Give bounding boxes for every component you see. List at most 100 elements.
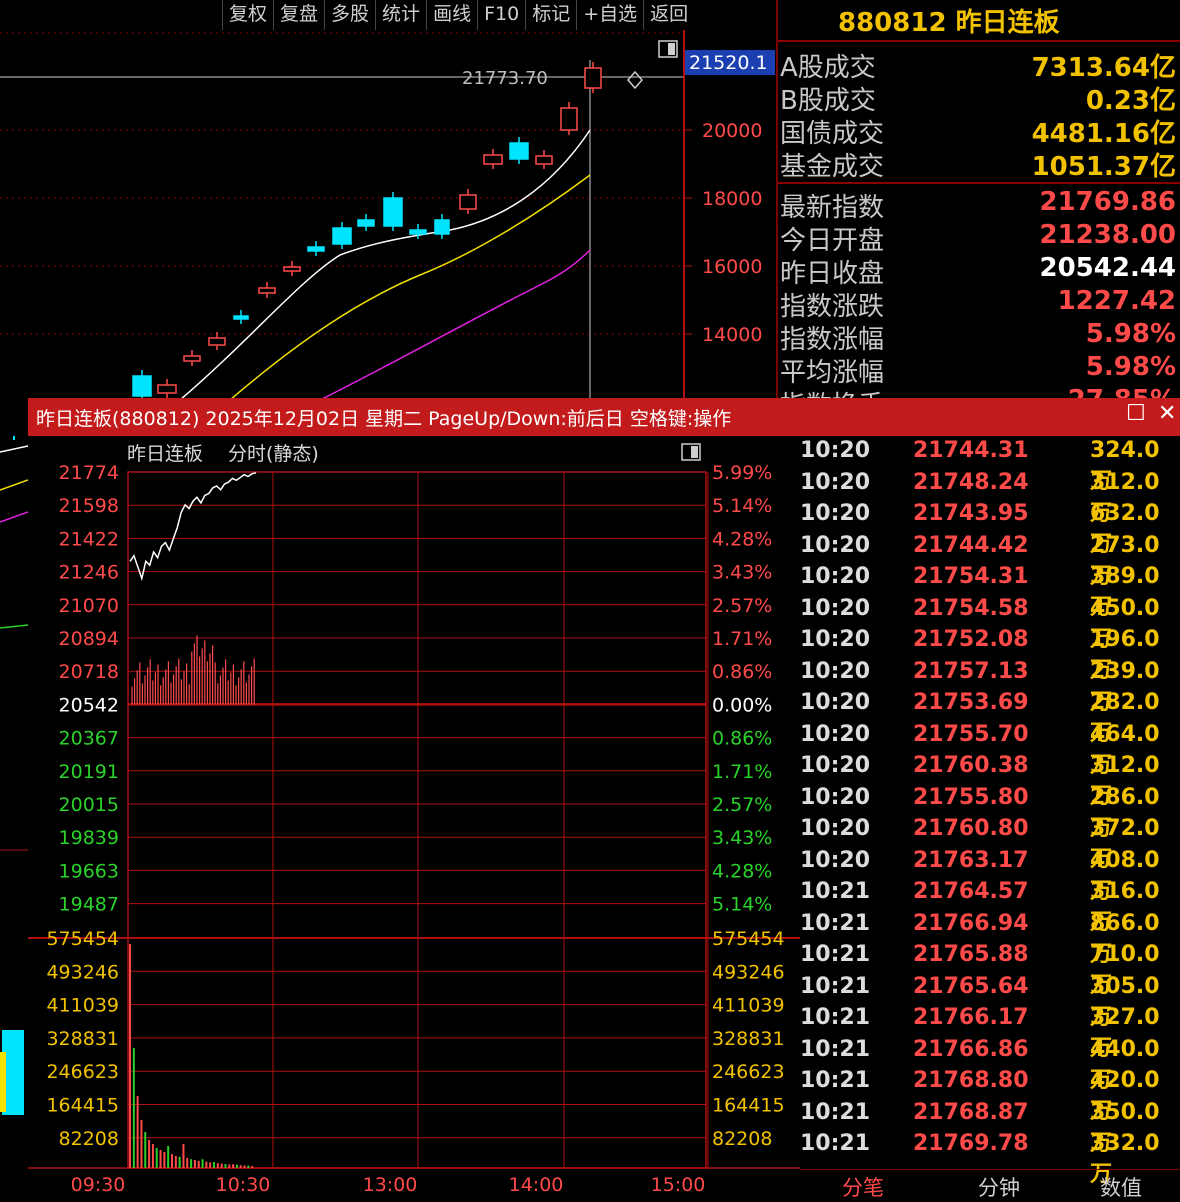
info-value: 7313.64亿 [1031, 53, 1176, 83]
pct-axis-label: 3.43% [712, 827, 772, 849]
toolbar-button[interactable]: F10 [477, 0, 525, 30]
chart-panel-icon[interactable] [681, 443, 701, 461]
intraday-chart[interactable]: 昨日连板 分时(静态) 21774 5.99% 21598 5.14% 21422 4.2… [28, 436, 800, 1199]
pct-axis-label: 5.14% [712, 495, 772, 517]
candle [307, 246, 325, 252]
price-axis-label: 19487 [59, 894, 119, 916]
tick-price: 21763.17 [913, 847, 1029, 873]
candle [434, 219, 450, 235]
tick-time: 10:20 [800, 469, 871, 495]
maximize-icon[interactable]: ☐ [1126, 401, 1146, 426]
toolbar-button[interactable]: +自选 [576, 0, 643, 30]
info-label: 今日开盘 [780, 226, 885, 256]
diamond-icon[interactable] [627, 70, 643, 90]
tick-time: 10:20 [800, 627, 871, 652]
info-value: 20542.44 [1039, 253, 1176, 283]
index-info-panel: 880812 昨日连板 A股成交 7313.64亿 B股成交 0.23亿 国债成交 448… [776, 0, 1180, 421]
info-row: 指数涨跌 1227.42 [780, 286, 1178, 322]
pct-axis-label: 2.57% [712, 794, 772, 816]
toolbar-button[interactable]: 返回 [643, 0, 694, 30]
tick-row[interactable]: 10:21 21766.86 440.0万 [800, 1037, 1180, 1093]
tick-row[interactable]: 10:21 21766.17 327.0万 [800, 1005, 1180, 1061]
info-row: 最新指数 21769.86 [780, 187, 1178, 223]
volume-axis-label: 246623 [46, 1061, 119, 1083]
info-row: 平均涨幅 5.98% [780, 352, 1178, 388]
intraday-popup-window[interactable]: 昨日连板(880812) 2025年12月02日 星期二 PageUp/Down… [28, 398, 1180, 1202]
candle [357, 219, 375, 227]
tick-row[interactable]: 10:21 21765.64 305.0万 [800, 974, 1180, 1030]
kline-price-tick: 16000 [702, 256, 762, 278]
time-axis-label: 09:30 [71, 1174, 126, 1196]
tick-row[interactable]: 10:20 21760.80 372.0万 [800, 816, 1180, 872]
volume-axis-label: 164415 [46, 1095, 119, 1117]
volume-axis-label-right: 493246 [712, 961, 785, 983]
tick-row[interactable]: 10:20 21743.95 632.0万 [800, 501, 1180, 557]
tick-time: 10:21 [800, 1131, 871, 1156]
tick-price: 21754.58 [913, 595, 1029, 621]
candle [183, 355, 201, 362]
tick-row[interactable]: 10:20 21755.80 286.0万 [800, 785, 1180, 841]
tab-minutes[interactable]: 分钟 [978, 1172, 1020, 1202]
close-icon[interactable]: ✕ [1158, 401, 1176, 426]
info-label: 国债成交 [780, 119, 885, 149]
volume-axis-label: 82208 [59, 1128, 119, 1150]
price-axis-label: 20015 [59, 794, 119, 816]
tick-row[interactable]: 10:21 21766.94 866.0万 [800, 910, 1180, 967]
info-label: 基金成交 [780, 152, 885, 182]
tick-time: 10:20 [800, 753, 871, 778]
tick-row[interactable]: 10:20 21744.31 324.0万 [800, 438, 1180, 494]
tick-row[interactable]: 10:21 21768.87 350.0万 [800, 1100, 1180, 1156]
tab-values[interactable]: 数值 [1100, 1172, 1142, 1202]
tick-price: 21764.57 [913, 879, 1029, 904]
price-axis-label: 21774 [59, 462, 119, 484]
tick-row[interactable]: 10:21 21764.57 316.0万 [800, 879, 1180, 935]
tick-row[interactable]: 10:20 21763.17 408.0万 [800, 847, 1180, 904]
tick-row[interactable]: 10:20 21748.24 312.0万 [800, 469, 1180, 526]
tick-row[interactable]: 10:20 21755.70 464.0万 [800, 722, 1180, 778]
tick-time: 10:20 [800, 847, 871, 873]
tick-row[interactable]: 10:20 21754.58 450.0万 [800, 595, 1180, 652]
kline-price-tick: 14000 [702, 324, 762, 346]
tick-list[interactable]: 10:20 21744.31 324.0万 10:20 21748.24 312.0万 10… [800, 436, 1180, 1187]
tab-ticks[interactable]: 分笔 [842, 1172, 884, 1202]
toolbar-button[interactable]: 多股 [324, 0, 375, 30]
volume-axis-label-right: 411039 [712, 995, 785, 1017]
volume-axis-label: 411039 [46, 995, 119, 1017]
tick-time: 10:20 [800, 816, 871, 841]
pct-axis-label: 0.00% [712, 694, 772, 716]
tick-row[interactable]: 10:20 21753.69 282.0万 [800, 690, 1180, 746]
info-row: A股成交 7313.64亿 [780, 47, 1178, 83]
info-value: 0.23亿 [1085, 86, 1176, 116]
toolbar-button[interactable]: 画线 [426, 0, 477, 30]
tick-row[interactable]: 10:20 21752.08 196.0万 [800, 627, 1180, 683]
popup-title-bar[interactable]: 昨日连板(880812) 2025年12月02日 星期二 PageUp/Down… [28, 398, 1180, 436]
pct-axis-label: 3.43% [712, 562, 772, 584]
panel-toggle-icon[interactable] [658, 40, 678, 58]
toolbar-button[interactable]: 统计 [375, 0, 426, 30]
tick-row[interactable]: 10:21 21768.80 420.0万 [800, 1068, 1180, 1124]
candle [157, 384, 177, 394]
toolbar-button[interactable]: 复权 [222, 0, 273, 30]
info-row: 国债成交 4481.16亿 [780, 113, 1178, 149]
pct-axis-label: 5.99% [712, 462, 772, 484]
tick-row[interactable]: 10:21 21769.78 332.0万 [800, 1131, 1180, 1187]
price-axis-label: 21422 [59, 528, 119, 550]
tick-row[interactable]: 10:20 21754.31 389.0万 [800, 564, 1180, 620]
toolbar-button[interactable]: 标记 [525, 0, 576, 30]
tick-price: 21766.94 [913, 910, 1029, 936]
tick-price: 21754.31 [913, 564, 1029, 589]
chart-frame [127, 471, 707, 1169]
tick-price: 21765.88 [913, 942, 1029, 967]
toolbar-button[interactable]: 复盘 [273, 0, 324, 30]
kline-chart[interactable]: 21773.70 21520.1 20000 18000 16000 14000 [0, 30, 776, 400]
tick-row[interactable]: 10:20 21760.38 312.0万 [800, 753, 1180, 809]
tick-row[interactable]: 10:21 21765.88 710.0万 [800, 942, 1180, 998]
pct-axis-label: 4.28% [712, 860, 772, 882]
info-value: 1051.37亿 [1031, 152, 1176, 182]
tick-time: 10:20 [800, 690, 871, 715]
tick-row[interactable]: 10:20 21757.13 239.0万 [800, 659, 1180, 715]
pct-axis-label: 2.57% [712, 595, 772, 617]
candle [509, 142, 529, 160]
tick-row[interactable]: 10:20 21744.42 273.0万 [800, 533, 1180, 589]
price-axis-label: 21598 [59, 495, 119, 517]
